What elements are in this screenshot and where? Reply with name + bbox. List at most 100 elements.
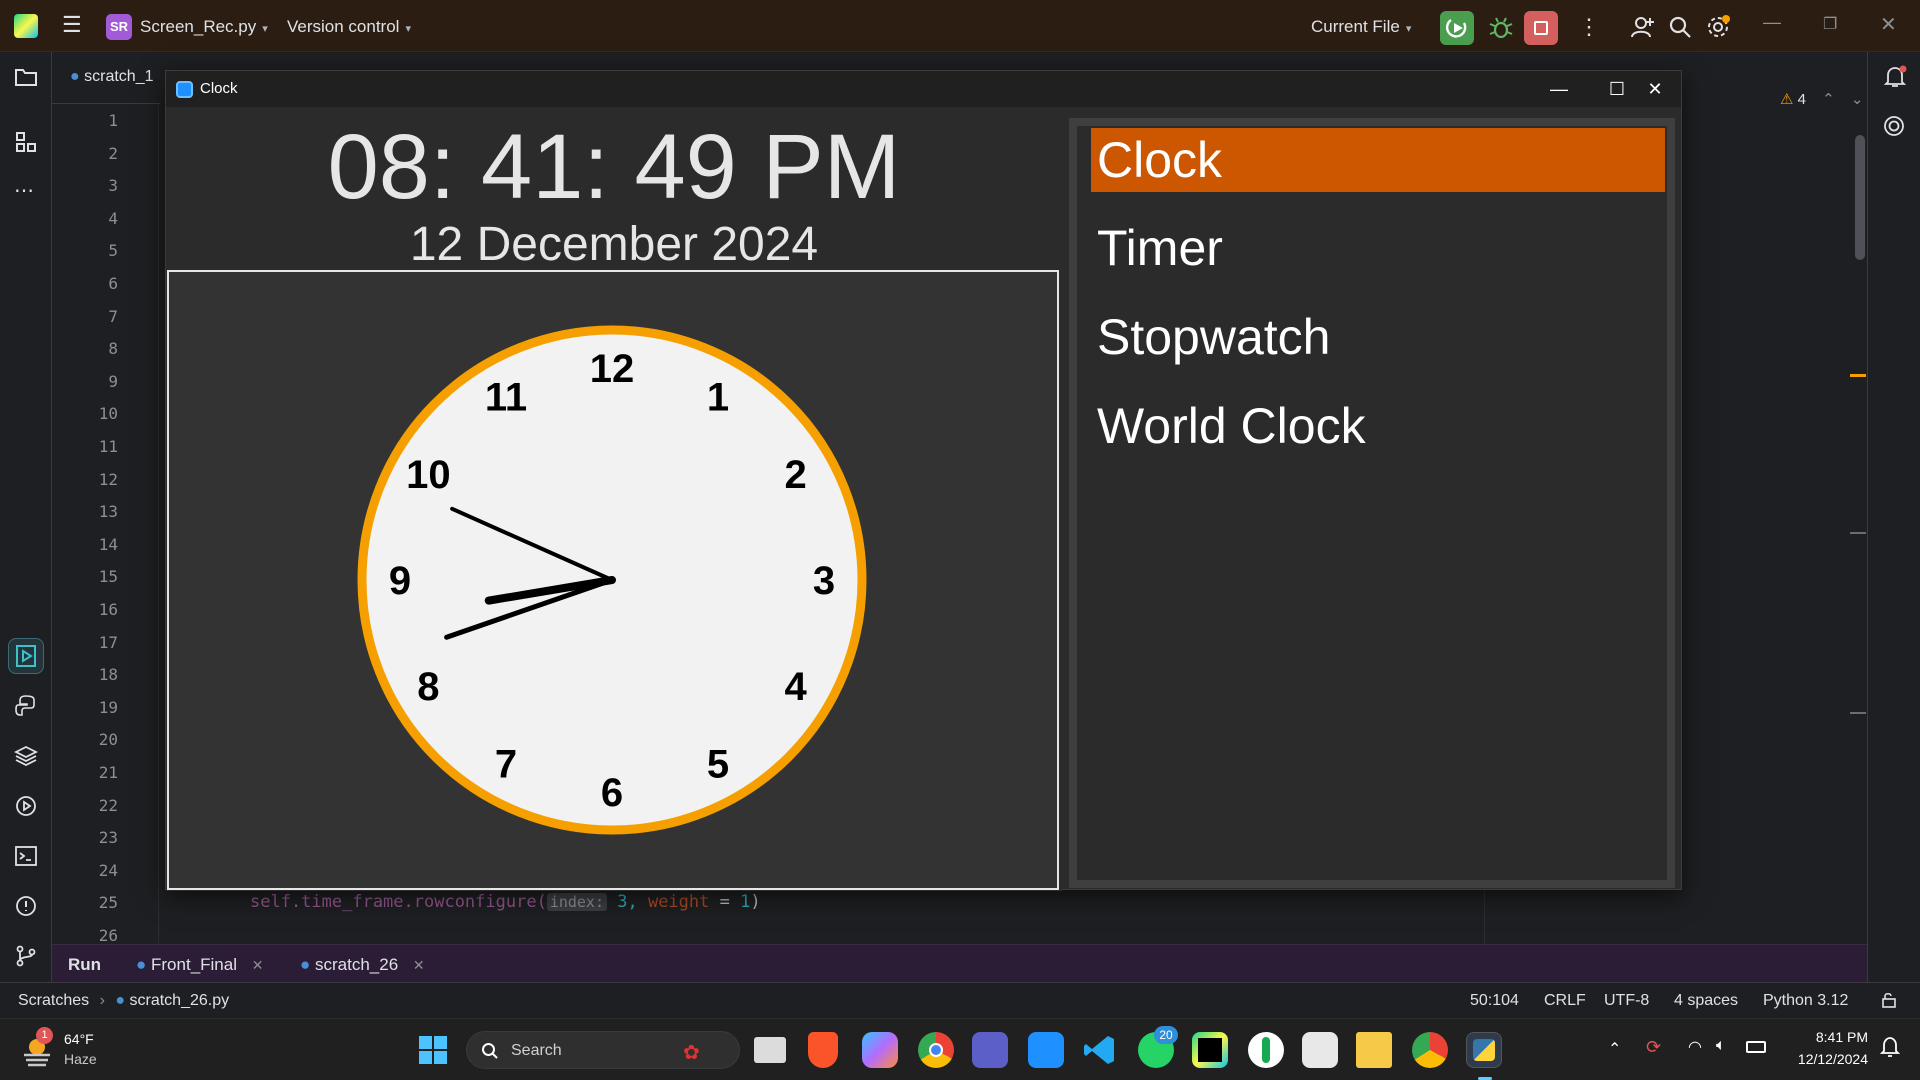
chrome-icon[interactable] <box>918 1032 954 1068</box>
git-branch-icon[interactable] <box>14 944 38 973</box>
clock-window-title-bar[interactable]: Clock — ☐ ✕ <box>166 71 1681 107</box>
file-explorer-icon[interactable] <box>1356 1032 1392 1068</box>
volume-icon[interactable]: 🔈︎ <box>1716 1037 1726 1055</box>
search-icon <box>482 1043 498 1059</box>
python-interpreter[interactable]: Python 3.12 <box>1763 992 1848 1010</box>
editor-tab[interactable]: ● scratch_1 <box>70 68 154 86</box>
taskbar-time[interactable]: 8:41 PM <box>1776 1029 1868 1045</box>
code-text: self.time_frame.rowconfigure( <box>250 892 547 912</box>
notifications-bell-icon[interactable] <box>1882 64 1908 95</box>
time-frame: 08: 41: 49 PM 12 December 2024 12 1 2 3 4 5 6 7… <box>166 107 1062 891</box>
restore-icon[interactable]: ❐ <box>1823 14 1837 34</box>
breadcrumb-file[interactable]: scratch_26.py <box>130 992 230 1009</box>
layers-icon[interactable] <box>13 744 39 773</box>
param-hint: index: <box>546 893 607 911</box>
clock-numeral: 6 <box>601 771 623 815</box>
weather-temp: 64°F <box>64 1031 94 1047</box>
minimize-icon[interactable]: — <box>1763 12 1781 33</box>
run-panel-label[interactable]: Run <box>68 955 101 975</box>
version-control-menu[interactable]: Version control ▾ <box>287 17 411 37</box>
wifi-icon[interactable]: ◠ <box>1688 1037 1702 1057</box>
structure-icon[interactable] <box>14 130 38 159</box>
file-encoding[interactable]: UTF-8 <box>1604 992 1649 1010</box>
brave-browser-icon[interactable] <box>808 1032 838 1068</box>
line-number: 20 <box>98 730 118 750</box>
run-tool-window-icon[interactable] <box>8 638 44 674</box>
run-tab-label: Front_Final <box>151 955 237 974</box>
digital-time: 08: 41: 49 PM <box>327 116 901 218</box>
indent-setting[interactable]: 4 spaces <box>1674 992 1738 1010</box>
line-number: 7 <box>108 306 118 326</box>
task-view-icon[interactable] <box>754 1037 786 1063</box>
teams-icon[interactable] <box>972 1032 1008 1068</box>
line-separator[interactable]: CRLF <box>1544 992 1586 1010</box>
debug-button[interactable] <box>1487 14 1515 42</box>
pycharm-logo-icon[interactable] <box>14 14 38 38</box>
rerun-button[interactable] <box>1440 11 1474 45</box>
nav-item-timer[interactable]: Timer <box>1091 216 1665 280</box>
show-hidden-icons-chevron-up-icon[interactable]: ⌃ <box>1608 1039 1621 1059</box>
minimize-icon[interactable]: — <box>1536 75 1582 103</box>
main-menu-icon[interactable]: ☰ <box>62 14 82 36</box>
python-console-icon[interactable] <box>14 694 38 723</box>
chevron-up-icon[interactable]: ⌃ <box>1822 91 1835 108</box>
code-keyword-arg: weight <box>647 892 710 912</box>
taskbar-date[interactable]: 12/12/2024 <box>1776 1051 1868 1067</box>
mongodb-compass-icon[interactable] <box>1248 1032 1284 1068</box>
run-tab-front-final[interactable]: ● Front_Final ✕ <box>136 955 263 975</box>
line-number: 17 <box>98 632 118 652</box>
line-number: 26 <box>98 926 118 945</box>
taskbar-search-box[interactable]: Search ✿ <box>466 1031 740 1069</box>
project-badge[interactable]: SR <box>106 14 132 40</box>
right-tool-strip <box>1867 52 1920 982</box>
python-app-icon[interactable] <box>1466 1032 1502 1068</box>
breadcrumb: Scratches › ● scratch_26.py <box>18 992 229 1010</box>
add-user-icon[interactable] <box>1630 14 1656 45</box>
whatsapp-icon[interactable]: 20 <box>1138 1026 1178 1068</box>
more-tools-icon[interactable]: ⋯ <box>14 178 34 203</box>
settings-gear-icon[interactable] <box>1705 14 1731 45</box>
project-file-selector[interactable]: Screen_Rec.py ▾ <box>140 17 268 37</box>
run-config-selector[interactable]: Current File ▾ <box>1311 17 1411 37</box>
nav-item-world-clock[interactable]: World Clock <box>1091 394 1665 458</box>
rerun-icon <box>1446 19 1467 38</box>
stop-button[interactable] <box>1524 11 1558 45</box>
nav-item-stopwatch[interactable]: Stopwatch <box>1091 305 1665 369</box>
snipping-tool-icon[interactable] <box>1302 1032 1338 1068</box>
close-icon[interactable]: ✕ <box>1632 75 1678 103</box>
cursor-position[interactable]: 50:104 <box>1470 992 1519 1010</box>
chevron-down-icon[interactable]: ⌄ <box>1851 91 1864 108</box>
battery-icon[interactable] <box>1746 1041 1766 1053</box>
start-button[interactable] <box>418 1035 448 1070</box>
close-icon[interactable]: ✕ <box>1880 12 1897 37</box>
clock-numeral: 7 <box>495 743 517 787</box>
copilot-icon[interactable] <box>862 1032 898 1068</box>
ai-assistant-icon[interactable] <box>1882 114 1906 143</box>
search-icon[interactable] <box>1668 15 1692 44</box>
problems-icon[interactable] <box>14 894 38 923</box>
line-number: 12 <box>98 469 118 489</box>
terminal-icon[interactable] <box>14 844 38 873</box>
run-tab-scratch-26[interactable]: ● scratch_26 ✕ <box>300 955 425 975</box>
line-number: 22 <box>98 795 118 815</box>
sync-icon[interactable]: ⟳ <box>1646 1037 1661 1058</box>
weather-widget[interactable]: 1 <box>18 1027 58 1071</box>
inspection-widget[interactable]: ⚠ 4 ⌃ ⌄ <box>1780 90 1863 108</box>
chrome-profile-icon[interactable] <box>1412 1032 1448 1068</box>
more-actions-icon[interactable]: ⋮ <box>1578 14 1600 40</box>
navigation-panel: Clock Timer Stopwatch World Clock <box>1069 118 1675 888</box>
close-tab-icon[interactable]: ✕ <box>413 957 425 973</box>
project-folder-icon[interactable] <box>14 66 38 93</box>
editor-scrollbar[interactable] <box>1855 135 1865 260</box>
code-close: ) <box>750 892 761 912</box>
pen-app-icon[interactable] <box>1028 1032 1064 1068</box>
close-tab-icon[interactable]: ✕ <box>252 957 264 973</box>
notification-center-bell-icon[interactable] <box>1879 1035 1901 1064</box>
pycharm-taskbar-icon[interactable] <box>1192 1032 1228 1068</box>
vscode-icon[interactable] <box>1082 1032 1118 1068</box>
nav-item-clock[interactable]: Clock <box>1091 128 1665 192</box>
read-only-lock-icon[interactable] <box>1880 991 1898 1014</box>
services-icon[interactable] <box>14 794 38 823</box>
breadcrumb-root[interactable]: Scratches <box>18 992 89 1009</box>
line-number: 16 <box>98 600 118 619</box>
